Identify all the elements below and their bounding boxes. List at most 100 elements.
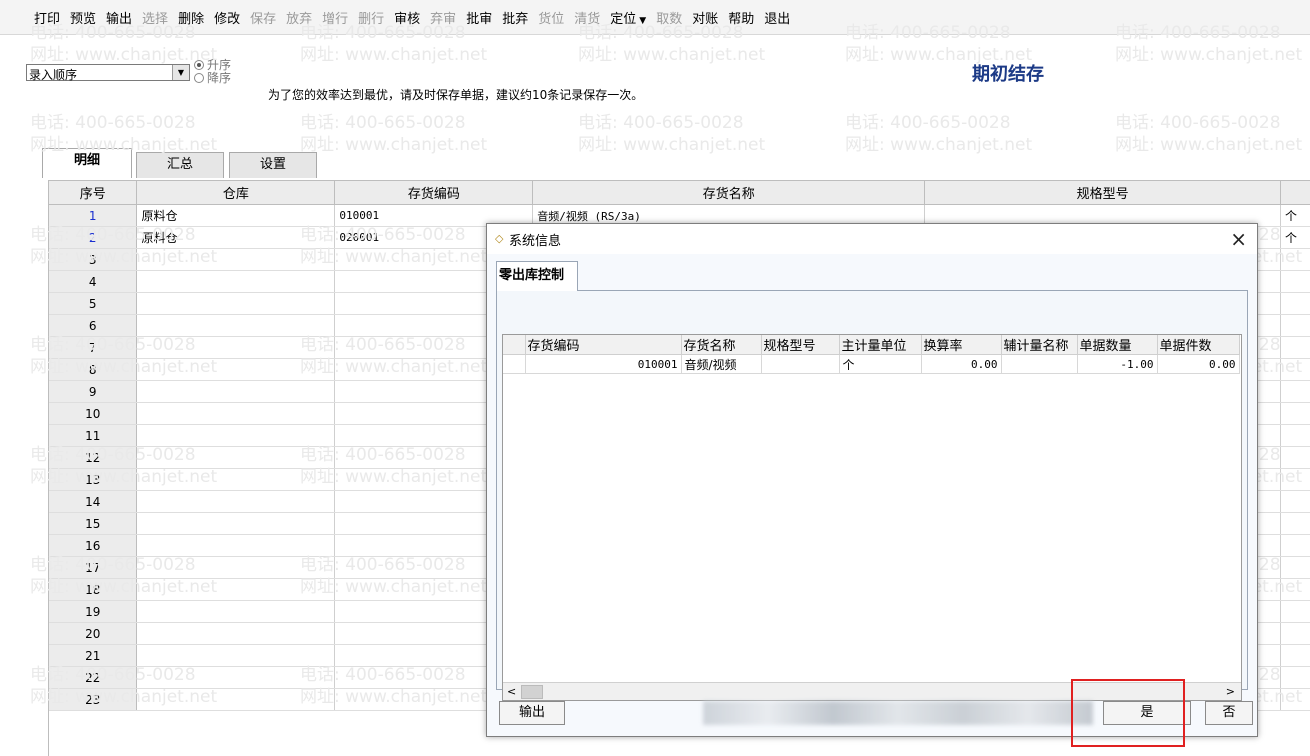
toolbar-button[interactable]: 批弃 [502, 8, 528, 27]
column-header-quantity[interactable]: 单据数量 [1077, 335, 1158, 355]
cell-warehouse[interactable] [136, 622, 336, 645]
column-header-name[interactable]: 存货名称 [532, 181, 926, 205]
cell-warehouse[interactable] [136, 512, 336, 535]
toolbar-button[interactable]: 预览 [70, 8, 96, 27]
tab-settings[interactable]: 设置 [229, 152, 317, 178]
toolbar-button[interactable]: 清货 [574, 8, 600, 27]
cell-warehouse[interactable] [136, 270, 336, 293]
cell-unit[interactable] [1280, 666, 1310, 689]
tab-zero-outbound-control[interactable]: 零出库控制 [496, 261, 578, 291]
column-header-main-unit[interactable]: 主计量单位 [839, 335, 922, 355]
toolbar-button[interactable]: 删行 [358, 8, 384, 27]
cell-warehouse[interactable]: 原料仓 [136, 226, 336, 249]
export-button[interactable]: 输出 [499, 701, 565, 725]
cell-warehouse[interactable] [136, 534, 336, 557]
cell-spec[interactable] [761, 354, 840, 374]
cell-name[interactable]: 音频/视频 [681, 354, 762, 374]
cell-unit[interactable] [1280, 270, 1310, 293]
cell-warehouse[interactable] [136, 446, 336, 469]
cell-unit[interactable] [1280, 622, 1310, 645]
cell-unit[interactable] [1280, 358, 1310, 381]
tab-detail[interactable]: 明细 [42, 148, 132, 178]
toolbar-button[interactable]: 选择 [142, 8, 168, 27]
cell-unit[interactable] [1280, 336, 1310, 359]
toolbar-button[interactable]: 弃审 [430, 8, 456, 27]
cell-quantity[interactable]: -1.00 [1077, 354, 1158, 374]
sort-order-select[interactable]: 录入顺序 ▼ [26, 64, 190, 82]
toolbar-button[interactable]: 货位 [538, 8, 564, 27]
toolbar-button[interactable]: 输出 [106, 8, 132, 27]
column-header-aux-unit[interactable]: 辅计量名称 [1001, 335, 1078, 355]
cell-warehouse[interactable] [136, 688, 336, 711]
toolbar-button[interactable]: 保存 [250, 8, 276, 27]
cell-warehouse[interactable] [136, 578, 336, 601]
cell-unit[interactable] [1280, 380, 1310, 403]
cell-warehouse[interactable] [136, 644, 336, 667]
cell-warehouse[interactable] [136, 380, 336, 403]
tab-summary[interactable]: 汇总 [136, 152, 224, 178]
no-button[interactable]: 否 [1205, 701, 1253, 725]
toolbar-button[interactable]: 删除 [178, 8, 204, 27]
column-header-warehouse[interactable]: 仓库 [136, 181, 336, 205]
cell-unit[interactable] [1280, 600, 1310, 623]
toolbar-button[interactable]: 定位 ▼ [610, 8, 646, 27]
cell-unit[interactable] [1280, 446, 1310, 469]
cell-unit[interactable] [1280, 490, 1310, 513]
chevron-down-icon[interactable]: ▼ [172, 65, 189, 80]
toolbar-button[interactable]: 对账 [692, 8, 718, 27]
column-header-code[interactable]: 存货编码 [334, 181, 534, 205]
cell-unit[interactable] [1280, 424, 1310, 447]
cell-warehouse[interactable] [136, 490, 336, 513]
cell-unit[interactable] [1280, 292, 1310, 315]
cell-warehouse[interactable] [136, 314, 336, 337]
cell-warehouse[interactable] [136, 358, 336, 381]
column-header-rate[interactable]: 换算率 [921, 335, 1002, 355]
toolbar-button[interactable]: 打印 [34, 8, 60, 27]
close-icon[interactable]: × [1230, 227, 1247, 251]
cell-pieces[interactable]: 0.00 [1157, 354, 1240, 374]
column-header-spec[interactable]: 规格型号 [761, 335, 840, 355]
cell-warehouse[interactable] [136, 666, 336, 689]
toolbar-button[interactable]: 增行 [322, 8, 348, 27]
cell-aux-unit[interactable] [1001, 354, 1078, 374]
cell-unit[interactable] [1280, 314, 1310, 337]
cell-unit[interactable]: 个 [1280, 226, 1310, 249]
radio-descending[interactable]: 降序 [194, 69, 231, 86]
table-row[interactable]: 010001 音频/视频 个 0.00 -1.00 0.00 [503, 354, 1240, 374]
cell-main-unit[interactable]: 个 [839, 354, 922, 374]
cell-unit[interactable] [1280, 578, 1310, 601]
column-header-pieces[interactable]: 单据件数 [1157, 335, 1240, 355]
cell-warehouse[interactable] [136, 424, 336, 447]
scroll-thumb[interactable] [521, 685, 543, 699]
cell-warehouse[interactable]: 原料仓 [136, 204, 336, 227]
scroll-right-icon[interactable]: > [1226, 683, 1235, 700]
toolbar-button[interactable]: 批审 [466, 8, 492, 27]
column-header-code[interactable]: 存货编码 [525, 335, 682, 355]
toolbar-button[interactable]: 帮助 [728, 8, 754, 27]
cell-unit[interactable] [1280, 468, 1310, 491]
toolbar-button[interactable]: 审核 [394, 8, 420, 27]
cell-warehouse[interactable] [136, 600, 336, 623]
scroll-left-icon[interactable]: < [507, 683, 516, 700]
cell-unit[interactable] [1280, 512, 1310, 535]
toolbar-button[interactable]: 修改 [214, 8, 240, 27]
cell-unit[interactable] [1280, 688, 1310, 711]
cell-rate[interactable]: 0.00 [921, 354, 1002, 374]
column-header-spec[interactable]: 规格型号 [924, 181, 1281, 205]
toolbar-button[interactable]: 放弃 [286, 8, 312, 27]
cell-code[interactable]: 010001 [525, 354, 682, 374]
cell-unit[interactable] [1280, 248, 1310, 271]
column-header-no[interactable]: 序号 [49, 181, 138, 205]
cell-unit[interactable] [1280, 644, 1310, 667]
cell-unit[interactable] [1280, 556, 1310, 579]
cell-warehouse[interactable] [136, 402, 336, 425]
cell-unit[interactable]: 个 [1280, 204, 1310, 227]
cell-warehouse[interactable] [136, 292, 336, 315]
cell-unit[interactable] [1280, 402, 1310, 425]
cell-warehouse[interactable] [136, 556, 336, 579]
cell-unit[interactable] [1280, 534, 1310, 557]
column-header-name[interactable]: 存货名称 [681, 335, 762, 355]
cell-warehouse[interactable] [136, 336, 336, 359]
toolbar-button[interactable]: 取数 [656, 8, 682, 27]
toolbar-button[interactable]: 退出 [764, 8, 790, 27]
